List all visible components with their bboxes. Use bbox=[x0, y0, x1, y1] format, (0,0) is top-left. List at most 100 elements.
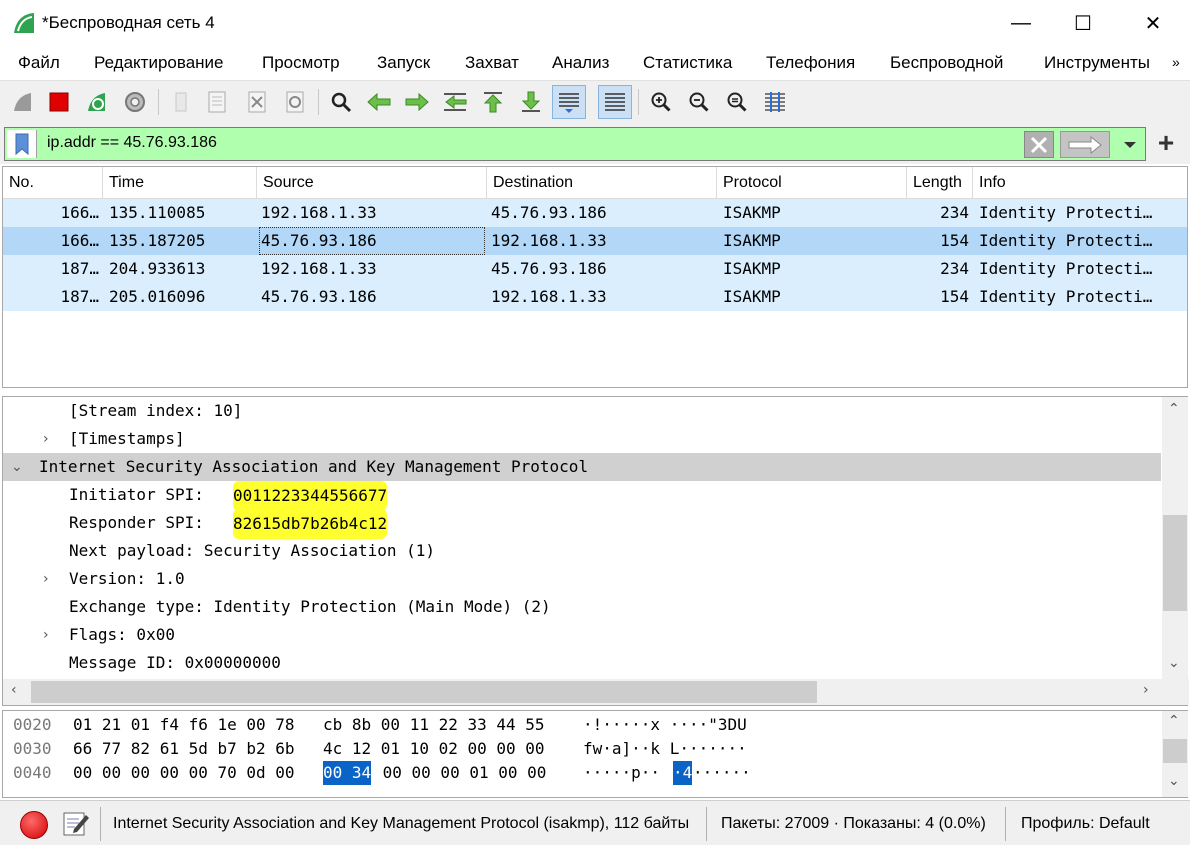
detail-line[interactable]: › [Timestamps] bbox=[3, 425, 1161, 453]
go-back-icon[interactable] bbox=[362, 85, 396, 119]
zoom-in-icon[interactable] bbox=[644, 85, 678, 119]
menu-edit[interactable]: Редактирование bbox=[94, 53, 224, 73]
status-profile[interactable]: Профиль: Default bbox=[1021, 815, 1150, 833]
detail-line[interactable]: Exchange type: Identity Protection (Main… bbox=[3, 593, 1161, 621]
packet-bytes-pane[interactable]: 0020 01 21 01 f4 f6 1e 00 78 cb 8b 00 11… bbox=[2, 710, 1188, 798]
restart-capture-icon[interactable] bbox=[80, 85, 114, 119]
status-separator bbox=[100, 807, 101, 841]
packet-row[interactable]: 187… 204.933613 192.168.1.33 45.76.93.18… bbox=[3, 255, 1187, 283]
toolbar-separator bbox=[638, 89, 639, 115]
menu-wireless[interactable]: Беспроводной bbox=[890, 53, 1003, 73]
menu-capture[interactable]: Захват bbox=[465, 53, 519, 73]
scroll-left-icon[interactable]: ‹ bbox=[11, 682, 17, 698]
bytes-vertical-scrollbar[interactable]: ⌃ ⌄ bbox=[1162, 711, 1188, 797]
collapse-arrow-icon[interactable]: ⌄ bbox=[11, 453, 25, 481]
detail-line[interactable]: › Flags: 0x00 bbox=[3, 621, 1161, 649]
scrollbar-thumb[interactable] bbox=[31, 681, 817, 703]
hex-offset: 0040 bbox=[13, 763, 52, 782]
cell-no: 187… bbox=[60, 287, 99, 306]
scroll-right-icon[interactable]: › bbox=[1143, 682, 1149, 698]
column-header-no[interactable]: No. bbox=[3, 167, 103, 199]
stop-capture-icon[interactable] bbox=[42, 85, 76, 119]
scroll-down-icon[interactable]: ⌄ bbox=[1168, 773, 1180, 789]
column-header-info[interactable]: Info bbox=[973, 167, 1187, 199]
filter-history-dropdown[interactable] bbox=[1115, 131, 1145, 158]
menu-overflow-icon[interactable]: » bbox=[1172, 54, 1180, 70]
column-header-source[interactable]: Source bbox=[257, 167, 487, 199]
go-forward-icon[interactable] bbox=[400, 85, 434, 119]
packet-row[interactable]: 166… 135.110085 192.168.1.33 45.76.93.18… bbox=[3, 199, 1187, 227]
cell-info: Identity Protecti… bbox=[979, 231, 1153, 250]
expert-info-icon[interactable] bbox=[20, 811, 48, 839]
column-header-destination[interactable]: Destination bbox=[487, 167, 717, 199]
menu-telephony[interactable]: Телефония bbox=[766, 53, 855, 73]
detail-line[interactable]: Next payload: Security Association (1) bbox=[3, 537, 1161, 565]
packet-row-selected[interactable]: 166… 135.187205 45.76.93.186 192.168.1.3… bbox=[3, 227, 1187, 255]
menu-tools[interactable]: Инструменты bbox=[1044, 53, 1150, 73]
zoom-out-icon[interactable] bbox=[682, 85, 716, 119]
expand-arrow-icon[interactable]: › bbox=[43, 425, 57, 453]
cell-info: Identity Protecti… bbox=[979, 259, 1153, 278]
column-header-time[interactable]: Time bbox=[103, 167, 257, 199]
menu-go[interactable]: Запуск bbox=[377, 53, 430, 73]
detail-line-responder-spi[interactable]: Responder SPI: 82615db7b26b4c12 bbox=[3, 509, 1161, 539]
expand-arrow-icon[interactable]: › bbox=[43, 621, 57, 649]
minimize-icon: — bbox=[1011, 11, 1031, 34]
packet-list-header: No. Time Source Destination Protocol Len… bbox=[3, 167, 1187, 199]
details-horizontal-scrollbar[interactable]: ‹ › bbox=[3, 679, 1189, 705]
scroll-up-icon[interactable]: ⌃ bbox=[1168, 713, 1180, 729]
hex-offset: 0030 bbox=[13, 739, 52, 758]
shark-fin-start-icon[interactable] bbox=[6, 85, 40, 119]
open-file-icon[interactable] bbox=[164, 85, 198, 119]
maximize-icon: ☐ bbox=[1074, 12, 1092, 35]
packet-list[interactable]: No. Time Source Destination Protocol Len… bbox=[2, 166, 1188, 388]
detail-line-initiator-spi[interactable]: Initiator SPI: 0011223344556677 bbox=[3, 481, 1161, 511]
status-bar: Internet Security Association and Key Ma… bbox=[0, 800, 1190, 845]
wireshark-app-icon bbox=[14, 13, 34, 33]
capture-comment-icon[interactable] bbox=[62, 809, 90, 837]
packet-details-pane[interactable]: [Stream index: 10] › [Timestamps] ⌄ Inte… bbox=[2, 396, 1189, 706]
cell-info: Identity Protecti… bbox=[979, 287, 1153, 306]
save-file-icon[interactable] bbox=[200, 85, 234, 119]
detail-line[interactable]: [Stream index: 10] bbox=[3, 397, 1161, 425]
packet-row[interactable]: 187… 205.016096 45.76.93.186 192.168.1.3… bbox=[3, 283, 1187, 311]
menu-view[interactable]: Просмотр bbox=[262, 53, 340, 73]
display-filter-input[interactable] bbox=[47, 134, 947, 152]
scroll-down-icon[interactable]: ⌄ bbox=[1168, 655, 1180, 671]
scrollbar-thumb[interactable] bbox=[1163, 515, 1187, 611]
close-button[interactable]: ✕ bbox=[1130, 0, 1176, 46]
minimize-button[interactable]: — bbox=[998, 0, 1044, 46]
go-last-icon[interactable] bbox=[514, 85, 548, 119]
menu-file[interactable]: Файл bbox=[18, 53, 60, 73]
go-first-icon[interactable] bbox=[476, 85, 510, 119]
arrow-right-icon bbox=[1068, 135, 1102, 154]
expand-arrow-icon[interactable]: › bbox=[43, 565, 57, 593]
details-vertical-scrollbar[interactable]: ⌃ ⌄ bbox=[1162, 397, 1188, 679]
detail-line[interactable]: › Version: 1.0 bbox=[3, 565, 1161, 593]
add-filter-button[interactable]: + bbox=[1152, 128, 1180, 158]
column-header-length[interactable]: Length bbox=[907, 167, 973, 199]
detail-line[interactable]: Message ID: 0x00000000 bbox=[3, 649, 1161, 677]
autoscroll-icon[interactable] bbox=[552, 85, 586, 119]
normal-size-icon[interactable] bbox=[720, 85, 754, 119]
cell-destination: 192.168.1.33 bbox=[491, 287, 607, 306]
colorize-icon[interactable] bbox=[598, 85, 632, 119]
scrollbar-thumb[interactable] bbox=[1163, 739, 1187, 763]
reload-file-icon[interactable] bbox=[278, 85, 312, 119]
menu-statistics[interactable]: Статистика bbox=[643, 53, 732, 73]
scroll-up-icon[interactable]: ⌃ bbox=[1168, 401, 1180, 417]
go-to-packet-icon[interactable] bbox=[438, 85, 472, 119]
clear-icon bbox=[1030, 136, 1048, 153]
column-header-protocol[interactable]: Protocol bbox=[717, 167, 907, 199]
resize-columns-icon[interactable] bbox=[758, 85, 792, 119]
maximize-button[interactable]: ☐ bbox=[1060, 0, 1106, 46]
filter-apply-button[interactable] bbox=[1060, 131, 1110, 158]
capture-options-icon[interactable] bbox=[118, 85, 152, 119]
menu-analyze[interactable]: Анализ bbox=[552, 53, 609, 73]
filter-clear-button[interactable] bbox=[1024, 131, 1054, 158]
detail-line-isakmp[interactable]: ⌄ Internet Security Association and Key … bbox=[3, 453, 1161, 481]
filter-bookmark-button[interactable] bbox=[7, 130, 37, 158]
find-packet-icon[interactable] bbox=[324, 85, 358, 119]
initiator-spi-value: 0011223344556677 bbox=[233, 481, 388, 511]
close-file-icon[interactable] bbox=[240, 85, 274, 119]
